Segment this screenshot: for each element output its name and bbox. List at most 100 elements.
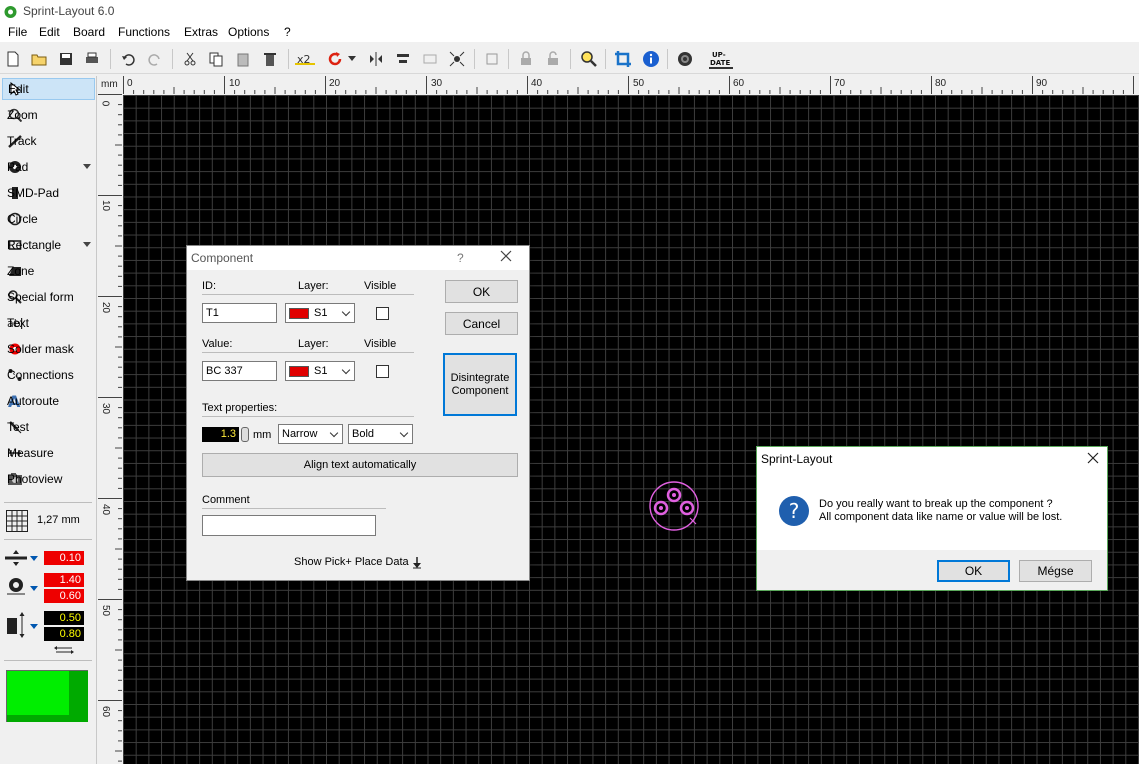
tool-text[interactable]: ab Text xyxy=(2,312,95,334)
confirm-ok-button[interactable]: OK xyxy=(937,560,1010,582)
text-weight-select[interactable]: Bold xyxy=(348,424,413,444)
pad-dropdown-icon[interactable] xyxy=(83,164,91,169)
settings-gear-icon[interactable] xyxy=(674,48,696,70)
disintegrate-component-button[interactable]: Disintegrate Component xyxy=(443,353,517,416)
pad-size-dropdown-icon[interactable] xyxy=(30,586,38,591)
id-visible-checkbox[interactable] xyxy=(376,307,389,320)
swap-icon[interactable] xyxy=(54,644,74,654)
menu-help[interactable]: ? xyxy=(284,25,291,39)
divider xyxy=(4,660,92,661)
menu-file[interactable]: File xyxy=(8,25,27,39)
ruler-left: 0 10 20 30 40 50 60 xyxy=(98,94,122,764)
tool-connections[interactable]: Connections xyxy=(2,364,95,386)
rotate-icon[interactable] xyxy=(324,48,346,70)
tool-photoview[interactable]: Photoview xyxy=(2,468,95,490)
group-icon[interactable] xyxy=(419,48,441,70)
spinner-icon[interactable] xyxy=(241,427,249,442)
cut-icon[interactable] xyxy=(179,48,201,70)
arrow-down-icon[interactable] xyxy=(412,557,422,569)
tool-track[interactable]: Track xyxy=(2,130,95,152)
smd-height-value[interactable]: 0.80 xyxy=(44,627,84,641)
track-width-dropdown-icon[interactable] xyxy=(30,556,38,561)
menu-options[interactable]: Options xyxy=(228,25,269,39)
window-title: Sprint-Layout 6.0 xyxy=(23,4,115,18)
app-icon xyxy=(4,6,17,18)
pick-place-toggle[interactable]: Show Pick+ Place Data xyxy=(294,556,409,568)
active-layer-swatch[interactable] xyxy=(6,670,88,722)
rotate-dropdown-icon[interactable] xyxy=(346,48,358,70)
ok-button[interactable]: OK xyxy=(445,280,518,303)
component-icon[interactable] xyxy=(481,48,503,70)
transistor-component[interactable] xyxy=(646,480,706,532)
save-icon[interactable] xyxy=(55,48,77,70)
print-icon[interactable] xyxy=(81,48,103,70)
ruler-top-label: 10 xyxy=(229,78,241,89)
delete-icon[interactable] xyxy=(259,48,281,70)
tool-panel: Edit Zoom Track Pad SMD-Pad Circle Recta… xyxy=(0,76,97,764)
pad-outer-value[interactable]: 1.40 xyxy=(44,573,84,587)
tool-solder-mask[interactable]: Solder mask xyxy=(2,338,95,360)
tool-zoom[interactable]: Zoom xyxy=(2,104,95,126)
align-icon[interactable] xyxy=(392,48,414,70)
comment-label: Comment xyxy=(202,494,250,506)
tool-special-form[interactable]: Special form xyxy=(2,286,95,308)
value-field[interactable]: BC 337 xyxy=(202,361,277,381)
redo-icon[interactable] xyxy=(144,48,166,70)
cancel-button[interactable]: Cancel xyxy=(445,312,518,335)
open-folder-icon[interactable] xyxy=(28,48,50,70)
tool-edit[interactable]: Edit xyxy=(2,78,95,100)
mirror-icon[interactable] xyxy=(365,48,387,70)
tool-circle[interactable]: Circle xyxy=(2,208,95,230)
smd-width-value[interactable]: 0.50 xyxy=(44,611,84,625)
id-layer-select[interactable]: S1 xyxy=(285,303,355,323)
ungroup-icon[interactable] xyxy=(446,48,468,70)
update-icon[interactable]: UP- DATE xyxy=(708,48,734,70)
component-dialog: Component ? ID: Layer: Visible T1 S1 Val… xyxy=(186,245,530,581)
tool-pad[interactable]: Pad xyxy=(2,156,95,178)
close-icon[interactable] xyxy=(499,249,513,263)
track-width-value[interactable]: 0.10 xyxy=(44,551,84,565)
question-icon: ? xyxy=(778,495,810,527)
new-file-icon[interactable] xyxy=(2,48,24,70)
lock-icon[interactable] xyxy=(515,48,537,70)
text-size-field[interactable]: 1.3 xyxy=(202,427,239,442)
grid-icon[interactable] xyxy=(6,510,28,532)
unlock-icon[interactable] xyxy=(542,48,564,70)
menu-functions[interactable]: Functions xyxy=(118,25,170,39)
undo-icon[interactable] xyxy=(117,48,139,70)
menu-extras[interactable]: Extras xyxy=(184,25,218,39)
multiply-icon[interactable]: x2 xyxy=(295,48,317,70)
comment-field[interactable] xyxy=(202,515,376,536)
confirm-cancel-button[interactable]: Mégse xyxy=(1019,560,1092,582)
pad-inner-value[interactable]: 0.60 xyxy=(44,589,84,603)
grid-size-label[interactable]: 1,27 mm xyxy=(37,514,80,526)
tool-test[interactable]: Test xyxy=(2,416,95,438)
rectangle-dropdown-icon[interactable] xyxy=(83,242,91,247)
paste-icon[interactable] xyxy=(232,48,254,70)
text-properties-label: Text properties: xyxy=(202,402,278,414)
crop-icon[interactable] xyxy=(612,48,634,70)
close-icon[interactable] xyxy=(1086,451,1100,465)
search-icon[interactable] xyxy=(578,48,600,70)
id-field[interactable]: T1 xyxy=(202,303,277,323)
align-text-button[interactable]: Align text automatically xyxy=(202,453,518,477)
value-visible-checkbox[interactable] xyxy=(376,365,389,378)
menu-board[interactable]: Board xyxy=(73,25,105,39)
menu-edit[interactable]: Edit xyxy=(39,25,60,39)
tool-zone[interactable]: Zone xyxy=(2,260,95,282)
copy-icon[interactable] xyxy=(205,48,227,70)
tool-autoroute[interactable]: A Autoroute xyxy=(2,390,95,412)
help-icon[interactable]: ? xyxy=(457,251,464,265)
tool-smd-pad[interactable]: SMD-Pad xyxy=(2,182,95,204)
component-dialog-title: Component xyxy=(191,251,254,265)
divider xyxy=(202,508,386,509)
info-icon[interactable] xyxy=(640,48,662,70)
tool-measure[interactable]: Measure xyxy=(2,442,95,464)
text-width-select[interactable]: Narrow xyxy=(278,424,343,444)
svg-text:UP-: UP- xyxy=(712,51,726,59)
smd-size-dropdown-icon[interactable] xyxy=(30,624,38,629)
divider xyxy=(4,539,92,540)
tool-rectangle[interactable]: Rectangle xyxy=(2,234,95,256)
ruler-left-label: 40 xyxy=(100,503,112,516)
value-layer-select[interactable]: S1 xyxy=(285,361,355,381)
